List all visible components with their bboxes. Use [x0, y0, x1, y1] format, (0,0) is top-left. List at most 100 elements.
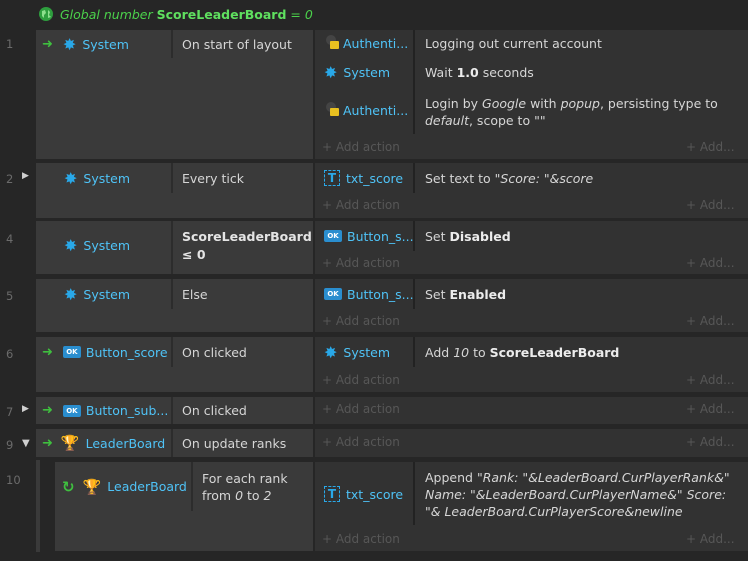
divider	[413, 462, 415, 525]
collapse-triangle-icon[interactable]: ▼	[22, 438, 32, 449]
add-more-button[interactable]: + Add...	[686, 373, 735, 387]
action-text[interactable]: Append "Rank: "&LeaderBoard.CurPlayerRan…	[425, 469, 737, 520]
event-number: 5	[6, 289, 14, 303]
gear-icon: ✸	[64, 168, 78, 188]
gear-icon: ✸	[62, 34, 77, 54]
action-object[interactable]: OK Button_s...	[324, 284, 414, 304]
event-2-condition[interactable]: ✸ System	[64, 163, 130, 193]
action-text[interactable]: Logging out current account	[425, 36, 602, 51]
add-more-button[interactable]: + Add...	[686, 435, 735, 449]
divider	[191, 462, 193, 511]
divider	[171, 429, 173, 457]
authentication-lock-icon	[324, 102, 340, 118]
action-object[interactable]: T txt_score	[324, 484, 403, 504]
action-object-label: txt_score	[346, 170, 404, 186]
divider	[413, 337, 415, 367]
action-text-part: Set text to	[425, 171, 495, 186]
trigger-arrow-icon: ➜	[42, 435, 53, 451]
action-object[interactable]: T txt_score	[324, 168, 403, 188]
action-object-label: Button_s...	[347, 228, 414, 244]
expand-triangle-icon[interactable]: ▶	[22, 404, 32, 414]
event-5-condition[interactable]: ✸ System	[64, 279, 130, 309]
action-text-part: Login by	[425, 96, 483, 111]
event-4-condition[interactable]: ✸ System	[64, 221, 130, 269]
action-text[interactable]: Wait 1.0 seconds	[425, 65, 534, 80]
globe-icon	[39, 7, 53, 21]
add-action-button[interactable]: + Add action	[322, 314, 400, 328]
condition-text: On clicked	[182, 344, 247, 360]
global-variable-row[interactable]: Global number ScoreLeaderBoard = 0	[38, 3, 313, 25]
add-more-button[interactable]: + Add...	[686, 198, 735, 212]
action-text-part: Set	[425, 229, 450, 244]
condition-object: Button_sub...	[85, 403, 169, 418]
global-variable-name: ScoreLeaderBoard	[156, 6, 287, 22]
divider	[171, 337, 173, 367]
action-text-part: , scope to ""	[468, 113, 546, 128]
add-action-button[interactable]: + Add action	[322, 435, 400, 449]
event-10-condition[interactable]: ↻ 🏆 LeaderBoard	[62, 462, 187, 511]
expand-triangle-icon[interactable]: ▶	[22, 171, 32, 181]
action-text-part: "Score: "&score	[494, 171, 594, 186]
text-object-icon: T	[324, 486, 340, 502]
add-more-button[interactable]: + Add...	[686, 140, 735, 154]
action-object[interactable]: OK Button_s...	[324, 226, 414, 246]
button-object-icon: OK	[62, 404, 81, 417]
action-text[interactable]: Login by Google with popup, persisting t…	[425, 95, 725, 129]
condition-object: System	[83, 170, 131, 186]
condition-text: On clicked	[182, 403, 247, 418]
action-object[interactable]: Authenti...	[324, 100, 408, 120]
event-number: 4	[6, 232, 14, 246]
add-action-button[interactable]: + Add action	[322, 140, 400, 154]
condition-object: Button_score	[85, 344, 168, 360]
action-text-part: Set	[425, 287, 450, 302]
action-object[interactable]: ✸ System	[324, 342, 390, 362]
condition-text: ScoreLeaderBoard ≤ 0	[182, 229, 312, 262]
action-text[interactable]: Set text to "Score: "&score	[425, 171, 593, 186]
event-7-condition[interactable]: ➜ OK Button_sub...	[42, 397, 168, 424]
add-more-button[interactable]: + Add...	[686, 256, 735, 270]
condition-text: Else	[182, 286, 208, 302]
condition-text-part: 2	[263, 488, 272, 503]
global-variable-prefix: Global number	[60, 6, 153, 22]
action-text[interactable]: Set Disabled	[425, 229, 511, 244]
condition-text-part: 0	[235, 488, 244, 503]
action-object[interactable]: Authenti...	[324, 33, 408, 53]
action-text-part: Enabled	[449, 287, 507, 302]
action-text-part: popup	[560, 96, 600, 111]
action-object-label: Button_s...	[347, 286, 414, 302]
action-text-part: 1.0	[456, 65, 479, 80]
add-action-button[interactable]: + Add action	[322, 198, 400, 212]
add-more-button[interactable]: + Add...	[686, 532, 735, 546]
add-action-button[interactable]: + Add action	[322, 532, 400, 546]
event-6-condition[interactable]: ➜ OK Button_score	[42, 337, 168, 367]
condition-text: On start of layout	[182, 36, 292, 52]
event-1-condition[interactable]: ➜ ✸ System	[42, 30, 129, 58]
button-object-icon: OK	[62, 346, 81, 358]
action-text-part: to	[469, 345, 490, 360]
add-action-button[interactable]: + Add action	[322, 373, 400, 387]
add-action-button[interactable]: + Add action	[322, 256, 400, 270]
event-number: 6	[6, 347, 14, 361]
add-action-button[interactable]: + Add action	[322, 402, 400, 416]
action-object-label: System	[343, 344, 391, 360]
authentication-lock-icon	[324, 35, 340, 51]
add-more-button[interactable]: + Add...	[686, 402, 735, 416]
trophy-icon: 🏆	[82, 477, 102, 496]
action-object[interactable]: ✸ System	[324, 62, 390, 82]
button-object-icon: OK	[324, 288, 342, 300]
action-text[interactable]: Set Enabled	[425, 287, 506, 302]
action-text-part: default	[425, 113, 469, 128]
action-text-part: 10	[453, 345, 470, 360]
action-object-label: txt_score	[346, 486, 404, 502]
event-number: 1	[6, 37, 14, 51]
gear-icon: ✸	[324, 342, 338, 362]
action-text-part: Google	[482, 96, 527, 111]
add-more-button[interactable]: + Add...	[686, 314, 735, 328]
gear-icon: ✸	[64, 235, 78, 255]
action-text-part: ScoreLeaderBoard	[489, 345, 620, 360]
event-9-condition[interactable]: ➜ 🏆 LeaderBoard	[42, 429, 165, 457]
trophy-icon: 🏆	[60, 434, 80, 452]
action-text-part: seconds	[478, 65, 534, 80]
condition-object: System	[83, 237, 131, 253]
action-text[interactable]: Add 10 to ScoreLeaderBoard	[425, 345, 619, 360]
